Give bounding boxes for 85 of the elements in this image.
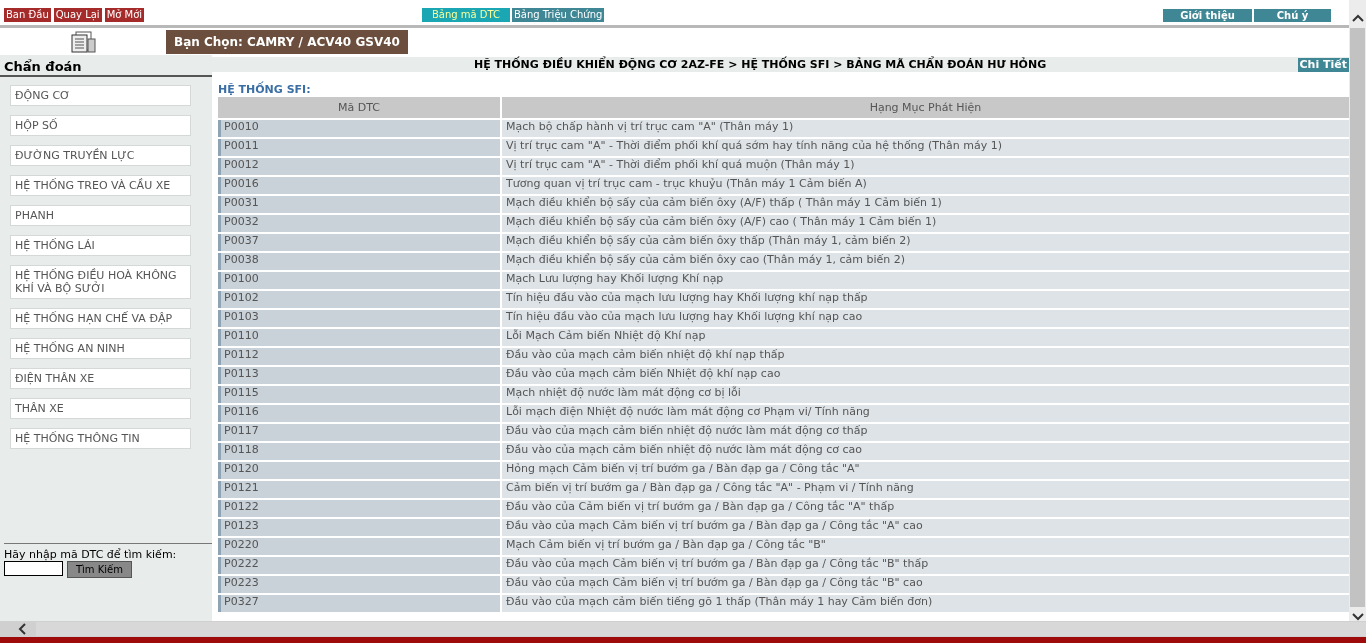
dtc-code-cell[interactable]: P0011 bbox=[218, 139, 500, 156]
column-header: Hạng Mục Phát Hiện bbox=[502, 97, 1349, 118]
description-cell: Mạch nhiệt độ nước làm mát động cơ bị lỗi bbox=[502, 386, 1349, 403]
sidebar-item[interactable]: THÂN XE bbox=[10, 398, 191, 419]
documents-icon[interactable] bbox=[70, 30, 96, 53]
column-header: Mã DTC bbox=[218, 97, 500, 118]
sidebar-item[interactable]: ĐƯỜNG TRUYỀN LỰC bbox=[10, 145, 191, 166]
description-cell: Mạch điều khiển bộ sấy của cảm biến ôxy (A/F) thấp ( Thân máy 1 Cảm biến 1) bbox=[502, 196, 1349, 213]
dtc-code-cell[interactable]: P0223 bbox=[218, 576, 500, 593]
description-cell: Đầu vào của mạch Cảm biến vị trí bướm ga / Bàn đạp ga / Công tắc "B" thấp bbox=[502, 557, 1349, 574]
dtc-code-cell[interactable]: P0117 bbox=[218, 424, 500, 441]
description-cell: Mạch Cảm biến vị trí bướm ga / Bàn đạp ga / Công tắc "B" bbox=[502, 538, 1349, 555]
description-cell: Đầu vào của Cảm biến vị trí bướm ga / Bàn đạp ga / Công tắc "A" thấp bbox=[502, 500, 1349, 517]
dtc-code-cell[interactable]: P0102 bbox=[218, 291, 500, 308]
sidebar-item[interactable]: ĐỘNG CƠ bbox=[10, 85, 191, 106]
breadcrumb: HỆ THỐNG ĐIỀU KHIỂN ĐỘNG CƠ 2AZ-FE > HỆ THỐNG SFI > BẢNG MÃ CHẨN ĐOÁN HƯ HỎNG bbox=[474, 58, 1047, 71]
search-label: Hãy nhập mã DTC để tìm kiếm: bbox=[4, 547, 178, 561]
dtc-code-cell[interactable]: P0222 bbox=[218, 557, 500, 574]
nav-button[interactable]: Quay Lại bbox=[53, 8, 102, 22]
dtc-code-cell[interactable]: P0110 bbox=[218, 329, 500, 346]
dtc-code-cell[interactable]: P0037 bbox=[218, 234, 500, 251]
dtc-code-cell[interactable]: P0010 bbox=[218, 120, 500, 137]
dtc-code-cell[interactable]: P0118 bbox=[218, 443, 500, 460]
dtc-code-cell[interactable]: P0116 bbox=[218, 405, 500, 422]
tab[interactable]: Bảng Triệu Chứng bbox=[512, 8, 605, 22]
description-cell: Đầu vào của mạch cảm biến nhiệt độ nước làm mát động cơ thấp bbox=[502, 424, 1349, 441]
sidebar-item[interactable]: HỆ THỐNG AN NINH bbox=[10, 338, 191, 359]
dtc-code-cell[interactable]: P0016 bbox=[218, 177, 500, 194]
dtc-code-cell[interactable]: P0031 bbox=[218, 196, 500, 213]
description-cell: Mạch điều khiển bộ sấy của cảm biến ôxy thấp (Thân máy 1, cảm biến 2) bbox=[502, 234, 1349, 251]
description-cell: Mạch Lưu lượng hay Khối lượng Khí nạp bbox=[502, 272, 1349, 289]
description-cell: Mạch điều khiển bộ sấy của cảm biến ôxy cao (Thân máy 1, cảm biến 2) bbox=[502, 253, 1349, 270]
search-button[interactable]: Tìm Kiếm bbox=[67, 561, 132, 578]
nav-button[interactable]: Mở Mới bbox=[104, 8, 145, 22]
sidebar-item[interactable]: PHANH bbox=[10, 205, 191, 226]
sidebar-item[interactable]: HỆ THỐNG LÁI bbox=[10, 235, 191, 256]
sidebar-item[interactable]: HỆ THỐNG TREO VÀ CẦU XE bbox=[10, 175, 191, 196]
description-cell: Hỏng mạch Cảm biến vị trí bướm ga / Bàn đạp ga / Công tắc "A" bbox=[502, 462, 1349, 479]
search-field[interactable] bbox=[4, 561, 63, 576]
dtc-code-cell[interactable]: P0103 bbox=[218, 310, 500, 327]
sidebar-item[interactable]: HỆ THỐNG HẠN CHẾ VA ĐẬP bbox=[10, 308, 191, 329]
sidebar-item[interactable]: HỆ THỐNG THÔNG TIN bbox=[10, 428, 191, 449]
scroll-up-icon[interactable] bbox=[1351, 14, 1364, 22]
dtc-code-cell[interactable]: P0121 bbox=[218, 481, 500, 498]
description-cell: Vị trí trục cam "A" - Thời điểm phối khí quá muộn (Thân máy 1) bbox=[502, 158, 1349, 175]
description-cell: Tương quan vị trí trục cam - trục khuỷu (Thân máy 1 Cảm biến A) bbox=[502, 177, 1349, 194]
sidebar-item[interactable]: HỘP SỐ bbox=[10, 115, 191, 136]
dtc-code-cell[interactable]: P0115 bbox=[218, 386, 500, 403]
dtc-code-cell[interactable]: P0327 bbox=[218, 595, 500, 612]
dtc-code-cell[interactable]: P0012 bbox=[218, 158, 500, 175]
description-cell: Đầu vào của mạch cảm biến Nhiệt độ khí nạp cao bbox=[502, 367, 1349, 384]
sidebar-item[interactable]: HỆ THỐNG ĐIỀU HOÀ KHÔNG KHÍ VÀ BỘ SƯỞI bbox=[10, 265, 191, 299]
description-cell: Tín hiệu đầu vào của mạch lưu lượng hay Khối lượng khí nạp thấp bbox=[502, 291, 1349, 308]
description-cell: Đầu vào của mạch Cảm biến vị trí bướm ga / Bàn đạp ga / Công tắc "B" cao bbox=[502, 576, 1349, 593]
sidebar-item[interactable]: ĐIỆN THÂN XE bbox=[10, 368, 191, 389]
dtc-code-cell[interactable]: P0100 bbox=[218, 272, 500, 289]
dtc-code-cell[interactable]: P0123 bbox=[218, 519, 500, 536]
dtc-code-cell[interactable]: P0113 bbox=[218, 367, 500, 384]
description-cell: Đầu vào của mạch Cảm biến vị trí bướm ga / Bàn đạp ga / Công tắc "A" cao bbox=[502, 519, 1349, 536]
description-cell: Cảm biến vị trí bướm ga / Bàn đạp ga / Công tắc "A" - Phạm vi / Tính năng bbox=[502, 481, 1349, 498]
description-cell: Mạch bộ chấp hành vị trí trục cam "A" (Thân máy 1) bbox=[502, 120, 1349, 137]
scroll-down-icon[interactable] bbox=[1351, 613, 1364, 621]
dtc-code-cell[interactable]: P0120 bbox=[218, 462, 500, 479]
tab[interactable]: Bảng mã DTC bbox=[422, 8, 510, 22]
dtc-code-cell[interactable]: P0112 bbox=[218, 348, 500, 365]
description-cell: Đầu vào của mạch cảm biến nhiệt độ khí nạp thấp bbox=[502, 348, 1349, 365]
section-title: HỆ THỐNG SFI: bbox=[218, 83, 312, 97]
detail-button[interactable]: Chi Tiết bbox=[1297, 57, 1349, 72]
description-cell: Tín hiệu đầu vào của mạch lưu lượng hay Khối lượng khí nạp cao bbox=[502, 310, 1349, 327]
dtc-code-cell[interactable]: P0122 bbox=[218, 500, 500, 517]
nav-link[interactable]: Giới thiệu bbox=[1163, 8, 1252, 22]
dtc-code-cell[interactable]: P0032 bbox=[218, 215, 500, 232]
description-cell: Lỗi Mạch Cảm biến Nhiệt độ Khí nạp bbox=[502, 329, 1349, 346]
description-cell: Đầu vào của mạch cảm biến tiếng gõ 1 thấp (Thân máy 1 hay Cảm biến đơn) bbox=[502, 595, 1349, 612]
description-cell: Lỗi mạch điện Nhiệt độ nước làm mát động cơ Phạm vi/ Tính năng bbox=[502, 405, 1349, 422]
dtc-code-cell[interactable]: P0220 bbox=[218, 538, 500, 555]
nav-link[interactable]: Chú ý bbox=[1254, 8, 1331, 22]
vertical-scrollbar[interactable] bbox=[1349, 0, 1366, 621]
scroll-left-icon[interactable] bbox=[18, 623, 26, 635]
dtc-code-cell[interactable]: P0038 bbox=[218, 253, 500, 270]
description-cell: Vị trí trục cam "A" - Thời điểm phối khí quá sớm hay tính năng của hệ thống (Thân máy 1) bbox=[502, 139, 1349, 156]
description-cell: Mạch điều khiển bộ sấy của cảm biến ôxy (A/F) cao ( Thân máy 1 Cảm biến 1) bbox=[502, 215, 1349, 232]
vehicle-selection: Bạn Chọn: CAMRY / ACV40 GSV40 bbox=[166, 29, 408, 54]
nav-button[interactable]: Ban Đầu bbox=[4, 8, 51, 22]
description-cell: Đầu vào của mạch cảm biến nhiệt độ nước làm mát động cơ cao bbox=[502, 443, 1349, 460]
